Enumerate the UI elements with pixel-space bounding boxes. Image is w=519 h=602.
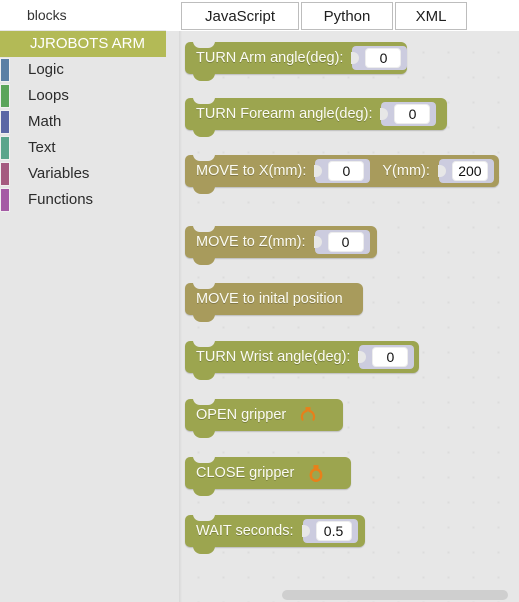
- block-label: MOVE to X(mm):: [196, 163, 307, 179]
- block-bottom-notch: [193, 488, 215, 496]
- block-bottom-notch: [193, 430, 215, 438]
- tab-javascript-label: JavaScript: [204, 7, 276, 25]
- value-socket: 0: [314, 159, 371, 183]
- tab-python-label: Python: [323, 7, 371, 25]
- block-bottom-notch: [193, 73, 215, 81]
- block-bottom-notch: [193, 257, 215, 265]
- toolbox-title: blocks: [0, 0, 166, 30]
- block-open-gripper[interactable]: OPEN gripper: [185, 398, 343, 438]
- value-socket: 0: [351, 46, 408, 70]
- block-top-notch: [193, 340, 215, 347]
- block-bottom-notch: [193, 314, 215, 322]
- socket-puzzle-notch: [351, 52, 360, 64]
- block-turn-wrist-angle[interactable]: TURN Wrist angle(deg): 0: [185, 340, 419, 380]
- block-top-notch: [193, 225, 215, 232]
- category-color-swatch: [0, 162, 10, 186]
- toolbox-category-math[interactable]: Math: [0, 109, 166, 135]
- category-color-swatch: [0, 84, 10, 108]
- number-field[interactable]: 0.5: [315, 521, 352, 541]
- value-socket: 0: [358, 345, 415, 369]
- number-field[interactable]: 0: [327, 232, 364, 252]
- blockly-editor: blocks JJROBOTS ARM Logic Loops Math Text Var…: [0, 0, 519, 602]
- block-label: TURN Wrist angle(deg):: [196, 349, 351, 365]
- tab-xml-label: XML: [415, 7, 447, 25]
- block-top-notch: [193, 456, 215, 463]
- block-top-notch: [193, 282, 215, 289]
- value-socket: 0: [313, 230, 370, 254]
- code-tab-bar: JavaScript Python XML: [179, 0, 519, 31]
- toolbox-category-variables[interactable]: Variables: [0, 161, 166, 187]
- block-bottom-notch: [193, 186, 215, 194]
- block-bottom-notch: [193, 372, 215, 380]
- blockly-workspace[interactable]: TURN Arm angle(deg): 0 TURN Forearm angle(…: [179, 31, 519, 602]
- block-bottom-notch: [193, 129, 215, 137]
- block-top-notch: [193, 398, 215, 405]
- category-color-swatch: [0, 110, 10, 134]
- block-move-to-z[interactable]: MOVE to Z(mm): 0: [185, 225, 377, 265]
- toolbox-category-tree: JJROBOTS ARM Logic Loops Math Text Variables F…: [0, 31, 166, 213]
- toolbox-category-text[interactable]: Text: [0, 135, 166, 161]
- block-label: OPEN gripper: [196, 407, 287, 423]
- block-top-notch: [193, 41, 215, 48]
- block-top-notch: [193, 514, 215, 521]
- block-label: Y(mm):: [382, 163, 430, 179]
- socket-puzzle-notch: [301, 525, 310, 537]
- block-move-to-xy[interactable]: MOVE to X(mm): 0 Y(mm): 200: [185, 154, 499, 194]
- gripper-open-icon: [301, 407, 316, 421]
- horizontal-scrollbar-thumb[interactable]: [282, 590, 508, 600]
- number-field[interactable]: 0: [365, 48, 402, 68]
- category-label: JJROBOTS ARM: [30, 35, 146, 52]
- socket-puzzle-notch: [380, 108, 389, 120]
- horizontal-scrollbar-track[interactable]: [179, 589, 519, 602]
- block-close-gripper[interactable]: CLOSE gripper: [185, 456, 351, 496]
- block-label: WAIT seconds:: [196, 523, 294, 539]
- number-field[interactable]: 200: [451, 161, 488, 181]
- number-field[interactable]: 0: [328, 161, 365, 181]
- block-label: MOVE to Z(mm):: [196, 234, 306, 250]
- block-wait-seconds[interactable]: WAIT seconds: 0.5: [185, 514, 365, 554]
- block-label: TURN Forearm angle(deg):: [196, 106, 373, 122]
- number-field[interactable]: 0: [394, 104, 431, 124]
- category-color-swatch: [0, 136, 10, 160]
- category-label: Loops: [28, 87, 69, 104]
- block-turn-arm-angle[interactable]: TURN Arm angle(deg): 0: [185, 41, 408, 81]
- toolbox-category-loops[interactable]: Loops: [0, 83, 166, 109]
- toolbox-sidebar: blocks JJROBOTS ARM Logic Loops Math Text Var…: [0, 0, 166, 602]
- block-top-notch: [193, 97, 215, 104]
- value-socket: 0: [380, 102, 437, 126]
- socket-puzzle-notch: [358, 351, 367, 363]
- tab-javascript[interactable]: JavaScript: [181, 2, 299, 30]
- value-socket: 200: [437, 159, 494, 183]
- socket-puzzle-notch: [313, 236, 322, 248]
- block-label: MOVE to inital position: [196, 291, 343, 307]
- block-label: CLOSE gripper: [196, 465, 295, 481]
- block-bottom-notch: [193, 546, 215, 554]
- toolbox-category-logic[interactable]: Logic: [0, 57, 166, 83]
- category-label: Functions: [28, 191, 94, 208]
- block-label: TURN Arm angle(deg):: [196, 50, 344, 66]
- gripper-closed-icon: [309, 465, 323, 483]
- block-turn-forearm-angle[interactable]: TURN Forearm angle(deg): 0: [185, 97, 447, 137]
- tab-xml[interactable]: XML: [395, 2, 467, 30]
- value-socket: 0.5: [301, 519, 358, 543]
- category-label: Variables: [28, 165, 90, 182]
- toolbox-gutter-lower: [166, 31, 179, 602]
- workspace-edge-shadow: [179, 31, 182, 602]
- category-color-swatch: [0, 58, 10, 82]
- toolbox-category-functions[interactable]: Functions: [0, 187, 166, 213]
- socket-puzzle-notch: [437, 165, 446, 177]
- socket-puzzle-notch: [314, 165, 323, 177]
- number-field[interactable]: 0: [372, 347, 409, 367]
- block-top-notch: [193, 154, 215, 161]
- block-move-to-initial-position[interactable]: MOVE to inital position: [185, 282, 363, 322]
- toolbox-category-jjrobots-arm[interactable]: JJROBOTS ARM: [0, 31, 166, 57]
- category-color-swatch: [0, 188, 10, 212]
- tab-python[interactable]: Python: [301, 2, 393, 30]
